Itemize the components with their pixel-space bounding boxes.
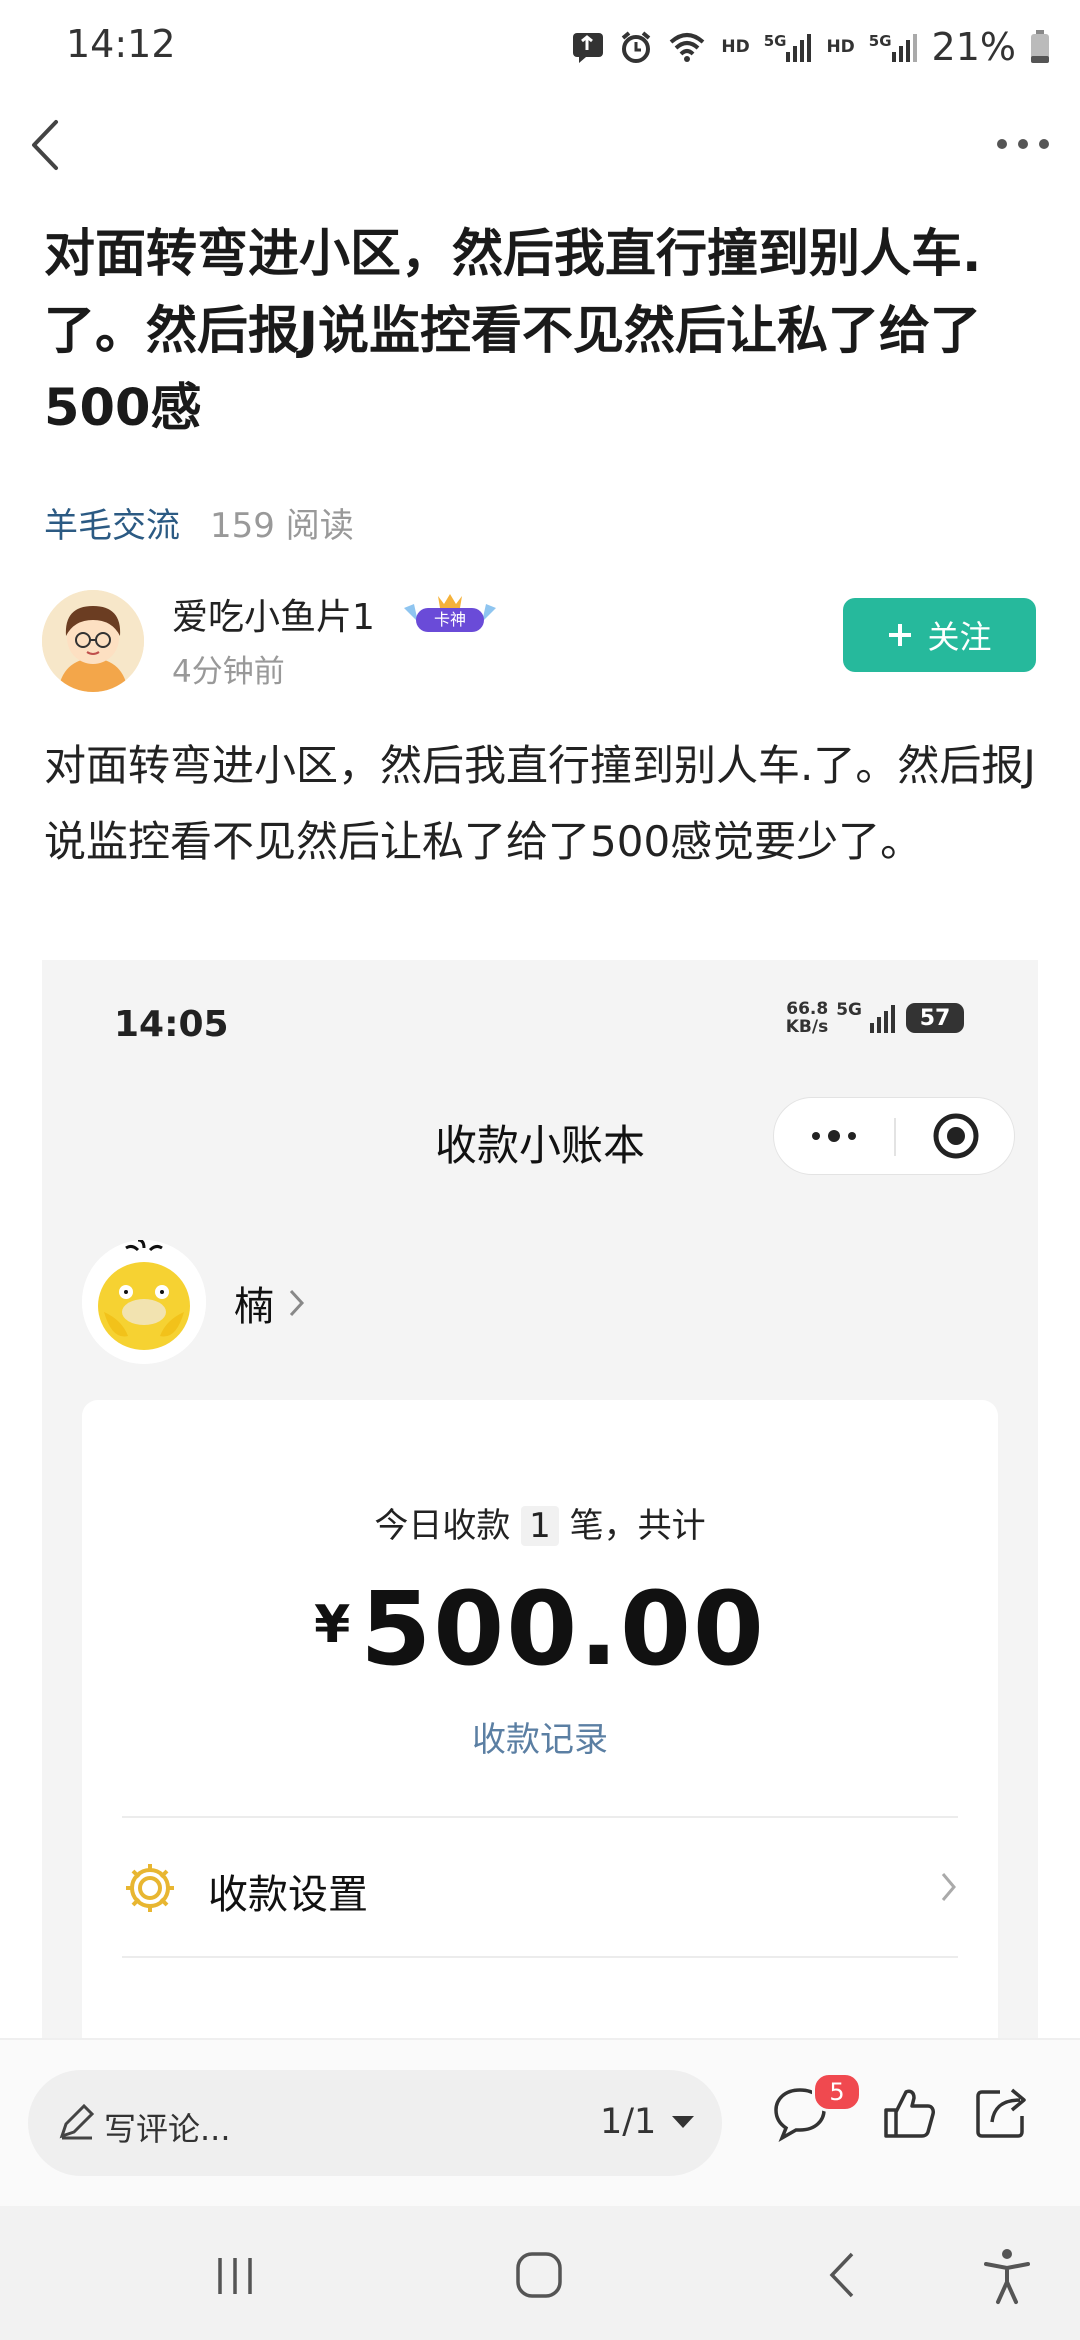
follow-button[interactable]: 关注 — [843, 598, 1036, 672]
duck-avatar-icon — [82, 1238, 206, 1364]
accessibility-icon — [984, 2249, 1030, 2304]
back-arrow-icon — [32, 120, 58, 170]
net-label-1: 5G — [763, 32, 787, 50]
today-prefix: 今日收款 — [374, 1506, 511, 1546]
share-icon[interactable] — [970, 2082, 1032, 2144]
battery-percent: 21% — [931, 25, 1016, 69]
thumbs-up-icon[interactable] — [878, 2082, 940, 2144]
status-icons: HD 5G HD 5G 21% — [571, 22, 1050, 72]
more-dots-icon — [997, 139, 1049, 149]
total-amount: ¥500.00 — [82, 1570, 998, 1689]
collection-summary-card: 今日收款 1 笔，共计 ¥500.00 收款记录 收款设置 — [82, 1400, 998, 2040]
capsule-dots-icon — [812, 1130, 856, 1142]
hd-label-2: HD — [826, 37, 855, 57]
post-body: 对面转弯进小区，然后我直行撞到别人车.了。然后报J说监控看不见然后让私了给了50… — [44, 741, 1036, 866]
bottom-action-bar: 写评论... 1/1 5 — [0, 2038, 1080, 2206]
today-summary: 今日收款 1 笔，共计 — [82, 1498, 998, 1547]
divider — [122, 1956, 958, 1958]
capsule-close-button[interactable] — [896, 1098, 1016, 1174]
collection-settings-row[interactable]: 收款设置 — [122, 1818, 958, 1958]
amount-value: 500.00 — [360, 1570, 766, 1689]
recent-apps-button[interactable] — [210, 2250, 260, 2304]
embedded-username: 楠 — [234, 1284, 274, 1330]
wifi-icon — [667, 30, 707, 64]
records-link[interactable]: 收款记录 — [82, 1712, 998, 1761]
chevron-right-icon — [940, 1870, 958, 1908]
embedded-user-avatar[interactable] — [82, 1238, 206, 1364]
embedded-battery: 57 — [906, 1003, 964, 1033]
target-icon — [933, 1113, 979, 1159]
author-name[interactable]: 爱吃小鱼片1 — [172, 588, 375, 640]
comment-count-badge: 5 — [812, 2072, 862, 2112]
comment-placeholder: 写评论... — [104, 2110, 231, 2148]
more-options-button[interactable] — [988, 122, 1058, 166]
embedded-status-time: 14:05 — [114, 1004, 229, 1045]
pencil-icon — [59, 2103, 95, 2140]
back-button[interactable] — [18, 108, 78, 178]
gear-icon — [122, 1860, 178, 1916]
post-meta: 羊毛交流 159 阅读 — [44, 498, 354, 547]
signal-icon-1: 5G — [764, 32, 813, 62]
page-indicator-label: 1/1 — [600, 2102, 657, 2142]
read-count: 159 阅读 — [210, 506, 354, 546]
embedded-speed-unit: KB/s — [785, 1017, 829, 1037]
today-suffix: 笔，共计 — [569, 1506, 706, 1546]
chevron-right-icon — [289, 1289, 305, 1317]
badge-text: 卡神 — [434, 610, 466, 629]
message-icon — [571, 30, 605, 64]
system-back-icon — [829, 2252, 854, 2298]
caret-down-icon — [672, 2116, 695, 2128]
embedded-signal-icon — [870, 1005, 895, 1033]
miniprogram-capsule — [773, 1097, 1015, 1175]
plus-icon — [889, 624, 912, 646]
author-avatar[interactable] — [42, 590, 144, 692]
home-icon — [516, 2252, 562, 2298]
recent-apps-icon — [218, 2258, 252, 2294]
collection-settings-label: 收款设置 — [208, 1872, 368, 1918]
status-time: 14:12 — [66, 22, 176, 66]
system-navigation-bar — [0, 2206, 1080, 2340]
category-link[interactable]: 羊毛交流 — [44, 498, 180, 547]
embedded-net-speed: 66.8 KB/s — [786, 1000, 828, 1036]
embedded-net-label: 5G — [836, 1000, 862, 1020]
embedded-status-icons: 66.8 KB/s 5G 57 — [786, 1000, 964, 1036]
follow-label: 关注 — [927, 618, 992, 656]
comment-input[interactable]: 写评论... 1/1 — [28, 2070, 722, 2176]
author-badge: 卡神 — [398, 588, 502, 638]
avatar-illustration — [42, 590, 144, 692]
home-button[interactable] — [512, 2248, 566, 2306]
embedded-speed-value: 66.8 — [786, 999, 829, 1019]
page-indicator[interactable]: 1/1 — [600, 2102, 696, 2142]
capsule-more-button[interactable] — [774, 1098, 894, 1174]
embedded-screenshot[interactable]: 14:05 66.8 KB/s 5G 57 收款小账本 楠 今日收款 1 笔，共… — [42, 960, 1038, 2040]
accessibility-button[interactable] — [980, 2246, 1034, 2310]
post-title: 对面转弯进小区，然后我直行撞到别人车.了。然后报J说监控看不见然后让私了给了50… — [44, 225, 982, 438]
battery-icon — [1030, 30, 1050, 64]
alarm-icon — [619, 30, 653, 64]
embedded-username-link[interactable]: 楠 — [234, 1274, 306, 1332]
crown-badge-icon: 卡神 — [404, 594, 496, 632]
status-bar: 14:12 HD 5G HD 5G 21% — [0, 0, 1080, 96]
today-count: 1 — [521, 1506, 559, 1546]
currency-symbol: ¥ — [314, 1595, 351, 1655]
signal-icon-2: 5G — [869, 32, 918, 62]
net-label-2: 5G — [868, 32, 892, 50]
post-time: 4分钟前 — [172, 654, 285, 690]
hd-label-1: HD — [721, 37, 750, 57]
system-back-button[interactable] — [818, 2248, 868, 2306]
